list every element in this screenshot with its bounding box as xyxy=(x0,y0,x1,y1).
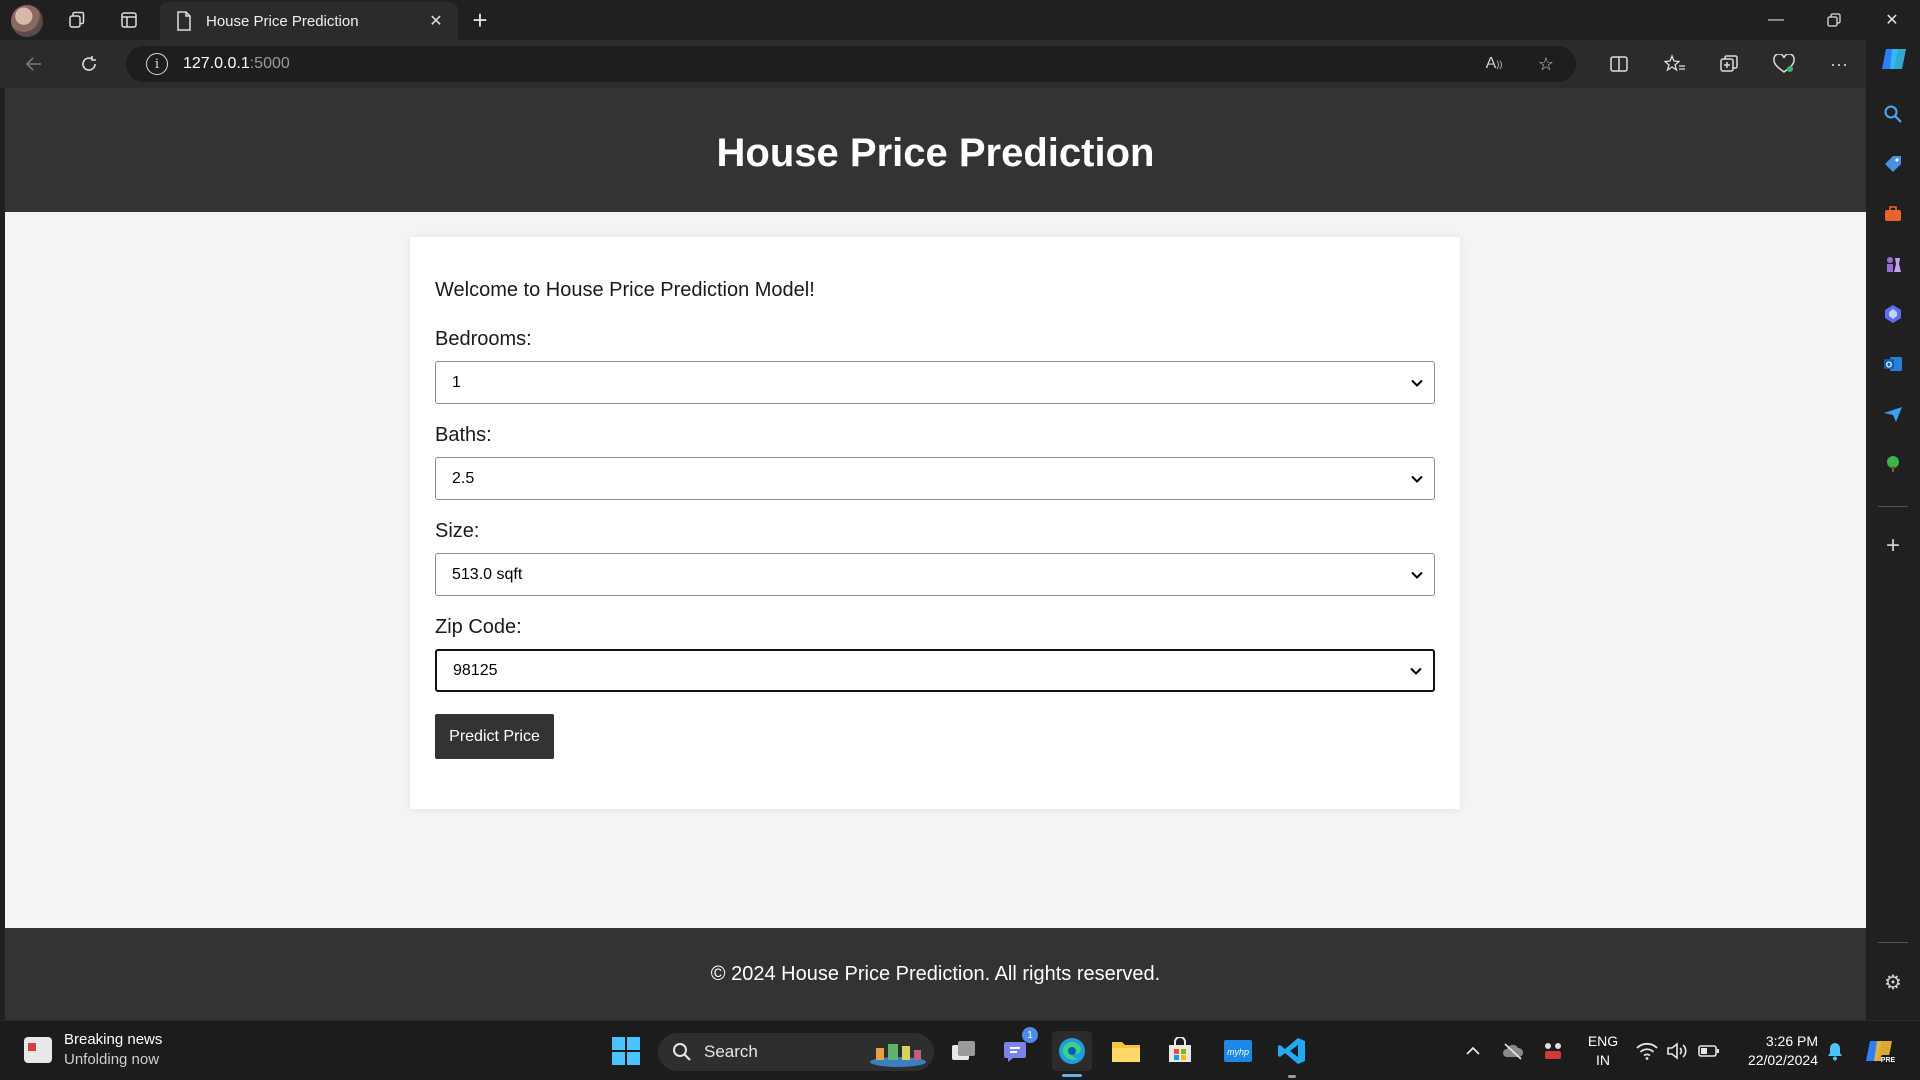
search-highlight-illustration-icon xyxy=(870,1044,926,1067)
prediction-form-card: Welcome to House Price Prediction Model!… xyxy=(410,237,1460,809)
tools-briefcase-icon[interactable] xyxy=(1877,198,1909,230)
site-header: House Price Prediction xyxy=(5,88,1866,212)
bedrooms-value: 1 xyxy=(452,373,461,391)
myhp-icon[interactable]: myhp xyxy=(1218,1031,1258,1071)
chevron-down-icon xyxy=(1410,667,1422,675)
svg-text:myhp: myhp xyxy=(1227,1047,1249,1057)
clock-time: 3:26 PM xyxy=(1765,1033,1818,1049)
bedrooms-select[interactable]: 1 xyxy=(435,361,1435,404)
battery-icon[interactable] xyxy=(1694,1031,1724,1071)
active-app-indicator xyxy=(1062,1074,1082,1077)
search-placeholder: Search xyxy=(704,1042,758,1061)
close-tab-icon[interactable]: ✕ xyxy=(422,7,450,35)
browser-essentials-icon[interactable] xyxy=(1766,48,1802,80)
copilot-taskbar-icon[interactable]: PRE xyxy=(1862,1031,1898,1071)
edge-sidebar: O + ⚙ xyxy=(1866,40,1920,1020)
page-title: House Price Prediction xyxy=(716,130,1155,175)
size-value: 513.0 sqft xyxy=(452,565,523,583)
size-label: Size: xyxy=(435,520,480,542)
profile-avatar[interactable] xyxy=(11,5,43,37)
read-aloud-icon[interactable]: A)) xyxy=(1478,48,1510,80)
zip-code-select[interactable]: 98125 xyxy=(435,649,1435,692)
language-indicator[interactable]: ENG IN xyxy=(1586,1032,1620,1070)
refresh-icon[interactable] xyxy=(71,48,107,80)
outlook-icon[interactable]: O xyxy=(1877,348,1909,380)
vscode-icon[interactable] xyxy=(1272,1031,1312,1071)
chat-notification-badge: 1 xyxy=(1022,1027,1038,1043)
size-select[interactable]: 513.0 sqft xyxy=(435,553,1435,596)
news-icon xyxy=(24,1037,52,1063)
chevron-down-icon xyxy=(1411,571,1423,579)
vertical-tabs-icon[interactable] xyxy=(112,4,146,36)
browser-title-bar: House Price Prediction ✕ + — ✕ xyxy=(0,0,1920,40)
wifi-icon[interactable] xyxy=(1632,1031,1662,1071)
svg-text:O: O xyxy=(1886,361,1892,370)
restore-icon[interactable] xyxy=(1806,0,1862,40)
app-tray-icon[interactable] xyxy=(1536,1031,1570,1071)
copilot-pro-icon[interactable] xyxy=(1877,298,1909,330)
volume-icon[interactable] xyxy=(1662,1031,1692,1071)
favorite-star-icon[interactable]: ☆ xyxy=(1530,48,1562,80)
search-icon[interactable] xyxy=(1877,98,1909,130)
tab-title: House Price Prediction xyxy=(206,12,359,30)
favorites-icon[interactable] xyxy=(1657,48,1693,80)
onedrive-offline-icon[interactable] xyxy=(1496,1031,1530,1071)
file-explorer-icon[interactable] xyxy=(1106,1031,1146,1071)
system-clock[interactable]: 3:26 PM 22/02/2024 xyxy=(1738,1032,1818,1070)
footer-copyright: © 2024 House Price Prediction. All right… xyxy=(710,962,1161,985)
split-screen-icon[interactable] xyxy=(1601,48,1637,80)
task-view-icon[interactable] xyxy=(944,1031,984,1071)
notification-bell-icon[interactable] xyxy=(1820,1031,1850,1071)
teams-chat-icon[interactable]: 1 xyxy=(998,1027,1038,1071)
edge-browser-icon[interactable] xyxy=(1052,1031,1092,1071)
search-icon xyxy=(673,1043,691,1061)
show-hidden-icons-chevron-icon[interactable] xyxy=(1458,1031,1488,1071)
more-options-icon[interactable]: ··· xyxy=(1821,48,1857,80)
send-plane-icon[interactable] xyxy=(1877,398,1909,430)
page-icon xyxy=(174,10,194,32)
collections-icon[interactable] xyxy=(1711,48,1747,80)
welcome-message: Welcome to House Price Prediction Model! xyxy=(435,279,815,301)
open-app-indicator xyxy=(1288,1075,1296,1078)
site-info-icon[interactable]: i xyxy=(146,53,168,75)
sidebar-divider xyxy=(1878,506,1908,507)
back-arrow-icon[interactable] xyxy=(16,48,52,80)
news-subtitle: Unfolding now xyxy=(64,1051,160,1068)
shopping-tag-icon[interactable] xyxy=(1877,148,1909,180)
tree-icon[interactable] xyxy=(1877,448,1909,480)
site-footer: © 2024 House Price Prediction. All right… xyxy=(5,928,1866,1020)
predict-price-button[interactable]: Predict Price xyxy=(435,714,554,759)
windows-taskbar: Breaking news Unfolding now Search 1 myh… xyxy=(0,1020,1920,1080)
zip-code-value: 98125 xyxy=(453,661,498,679)
address-bar[interactable]: i 127.0.0.1:5000 A)) ☆ xyxy=(126,46,1576,82)
url-text: 127.0.0.1:5000 xyxy=(183,55,290,72)
page-viewport: House Price Prediction Welcome to House … xyxy=(5,88,1866,1020)
baths-value: 2.5 xyxy=(452,469,475,487)
add-sidebar-app-icon[interactable]: + xyxy=(1877,530,1909,562)
chevron-down-icon xyxy=(1411,379,1423,387)
bedrooms-label: Bedrooms: xyxy=(435,328,532,350)
active-tab[interactable]: House Price Prediction ✕ xyxy=(160,2,458,40)
workspaces-icon[interactable] xyxy=(60,4,94,36)
zip-code-label: Zip Code: xyxy=(435,616,522,638)
baths-label: Baths: xyxy=(435,424,492,446)
games-chess-icon[interactable] xyxy=(1877,248,1909,280)
chevron-down-icon xyxy=(1411,475,1423,483)
news-title: Breaking news xyxy=(64,1031,163,1048)
clock-date: 22/02/2024 xyxy=(1747,1052,1818,1068)
start-windows-icon[interactable] xyxy=(606,1031,646,1071)
minimize-icon[interactable]: — xyxy=(1748,0,1804,40)
taskbar-search[interactable]: Search xyxy=(658,1033,934,1071)
baths-select[interactable]: 2.5 xyxy=(435,457,1435,500)
new-tab-button[interactable]: + xyxy=(462,4,498,36)
sidebar-divider xyxy=(1878,942,1908,943)
microsoft-store-icon[interactable] xyxy=(1160,1031,1200,1071)
copilot-icon[interactable] xyxy=(1877,42,1911,76)
navigation-bar: i 127.0.0.1:5000 A)) ☆ ··· xyxy=(0,40,1866,88)
close-window-icon[interactable]: ✕ xyxy=(1864,0,1920,40)
svg-text:PRE: PRE xyxy=(1881,1057,1895,1064)
sidebar-settings-gear-icon[interactable]: ⚙ xyxy=(1877,966,1909,998)
